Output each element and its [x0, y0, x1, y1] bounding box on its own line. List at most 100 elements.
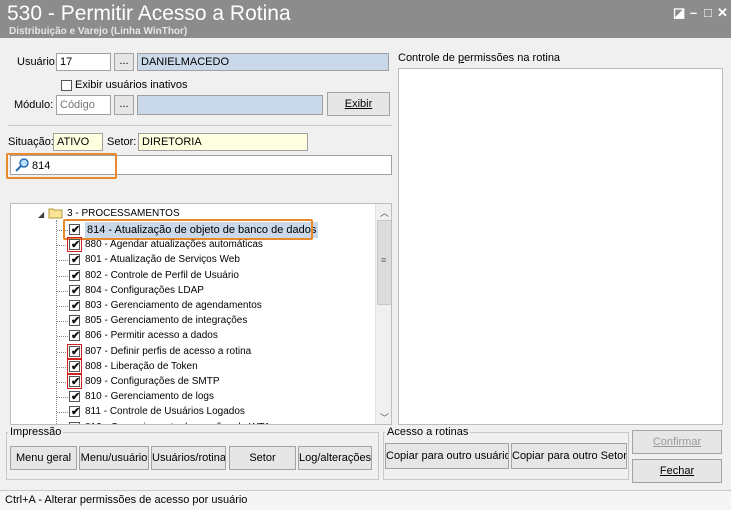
minimize-button[interactable]: – — [690, 5, 697, 20]
tree-guide-branch — [57, 306, 68, 307]
setor-label: Setor: — [107, 136, 137, 148]
check-icon: ✔ — [71, 391, 81, 404]
confirmar-label: Confirmar — [652, 436, 702, 448]
menu-geral-label: Menu geral — [15, 452, 72, 464]
tree-guide-branch — [57, 275, 68, 277]
changed-marker — [67, 237, 82, 253]
tree-item[interactable]: ✔ 804 - Configurações LDAP — [69, 283, 369, 299]
tree-guide-branch — [57, 336, 68, 338]
tree-item[interactable]: ✔ 805 - Gerenciamento de integrações — [69, 313, 369, 329]
title-bar: 530 - Permitir Acesso a Rotina Distribui… — [0, 0, 731, 38]
check-icon: ✔ — [71, 330, 81, 343]
check-icon: ✔ — [71, 315, 81, 328]
window-subtitle: Distribuição e Varejo (Linha WinThor) — [9, 26, 188, 37]
modulo-code-input[interactable] — [56, 95, 111, 115]
changed-marker — [67, 358, 82, 374]
permissions-panel[interactable] — [398, 68, 723, 425]
tree-item-label: 803 - Gerenciamento de agendamentos — [85, 300, 262, 311]
tree-item-label: 807 - Definir perfis de acesso a rotina — [85, 345, 252, 357]
check-icon: ✔ — [71, 406, 81, 419]
modulo-name-field — [137, 95, 323, 115]
search-highlight — [6, 153, 117, 179]
tree-guide-branch — [57, 397, 68, 399]
check-icon: ✔ — [71, 284, 81, 297]
folder-icon — [48, 207, 63, 219]
usuario-lookup-button[interactable]: ... — [114, 53, 134, 71]
status-bar: Ctrl+A - Alterar permissões de acesso po… — [0, 490, 731, 510]
tree-guide-branch — [57, 321, 68, 323]
tree-item-checkbox[interactable] — [69, 421, 80, 424]
menu-usuario-button[interactable]: Menu/usuário — [79, 446, 149, 470]
check-icon: ✔ — [71, 269, 81, 282]
tree-item-checkbox[interactable]: ✔ — [69, 315, 81, 328]
separator — [8, 125, 392, 126]
exibir-inativos-label: Exibir usuários inativos — [75, 79, 188, 91]
tree-item[interactable]: ✔ 801 - Atualização de Serviços Web — [69, 252, 369, 268]
tree-item-checkbox[interactable]: ✔ — [69, 269, 81, 282]
tree-items: ✔ 814 - Atualização de objeto de banco de… — [57, 204, 379, 424]
fechar-button[interactable]: Fechar — [632, 459, 722, 483]
rotinas-tree[interactable]: ◢ 3 - PROCESSAMENTOS ✔ 814 - Atualização … — [10, 203, 392, 425]
tree-item[interactable]: 812 - Gerenciamento de sessões do WTA — [69, 420, 369, 424]
tree-item-label: 812 - Gerenciamento de sessões do WTA — [85, 420, 270, 424]
tree-item-label: 811 - Controle de Usuários Logados — [85, 406, 245, 418]
tree-item[interactable]: ✔ 803 - Gerenciamento de agendamentos — [69, 298, 369, 314]
tree-item-checkbox[interactable]: ✔ — [69, 300, 81, 312]
situacao-field: ATIVO — [53, 133, 103, 151]
grip-icon: ≡ — [381, 255, 387, 265]
usuario-label: Usuário: — [17, 56, 58, 68]
tree-guide-branch — [57, 412, 68, 414]
tree-item-checkbox[interactable]: ✔ — [69, 254, 80, 266]
tree-item-label: 801 - Atualização de Serviços Web — [85, 254, 240, 266]
window-client: Usuário: 17 ... DANIELMACEDO Exibir usuá… — [0, 38, 731, 510]
tree-guide — [56, 220, 57, 424]
copy-user-button[interactable]: Copiar para outro usuário — [385, 443, 509, 469]
menu-geral-button[interactable]: Menu geral — [10, 446, 77, 470]
collapse-arrow-icon[interactable]: ◢ — [38, 210, 44, 219]
tree-item-checkbox[interactable]: ✔ — [69, 406, 81, 419]
tree-item[interactable]: ✔ 880 - Agendar atualizações automáticas — [67, 237, 369, 253]
tree-item[interactable]: ✔ 811 - Controle de Usuários Logados — [69, 404, 369, 420]
tree-item-label: 808 - Liberação de Token — [85, 360, 198, 372]
tree-item[interactable]: ✔ 809 - Configurações de SMTP — [67, 374, 369, 390]
usuario-code-field[interactable]: 17 — [56, 53, 111, 71]
tree-item[interactable]: ✔ 806 - Permitir acesso a dados — [69, 328, 369, 344]
exibir-button[interactable]: Exibir — [327, 92, 390, 116]
tree-item-checkbox[interactable]: ✔ — [69, 284, 81, 297]
scroll-down-icon[interactable]: ﹀ — [380, 411, 389, 424]
tree-item-label: 809 - Configurações de SMTP — [85, 376, 220, 387]
acesso-title: Acesso a rotinas — [385, 426, 471, 438]
tree-item-label: 806 - Permitir acesso a dados — [85, 330, 218, 342]
tree-item-label: 810 - Gerenciamento de logs — [85, 391, 214, 403]
exibir-inativos-checkbox[interactable] — [61, 80, 72, 91]
tree-item-label: 802 - Controle de Perfil de Usuário — [85, 269, 239, 281]
tree-item[interactable]: ✔ 802 - Controle de Perfil de Usuário — [69, 268, 369, 284]
confirmar-button[interactable]: Confirmar — [632, 430, 722, 454]
restore-icon[interactable]: ◪ — [673, 5, 685, 21]
usuarios-rotina-button[interactable]: Usuários/rotina — [151, 446, 226, 470]
setor-button[interactable]: Setor — [229, 446, 296, 470]
exibir-button-label: Exibir — [344, 98, 373, 110]
modulo-lookup-button[interactable]: ... — [114, 95, 134, 115]
scroll-up-icon[interactable]: ︿ — [380, 206, 389, 219]
close-button[interactable]: ✕ — [717, 5, 728, 21]
tree-item[interactable]: ✔ 810 - Gerenciamento de logs — [69, 389, 369, 405]
window-title: 530 - Permitir Acesso a Rotina — [7, 2, 291, 25]
scroll-thumb[interactable]: ≡ — [377, 220, 391, 305]
setor-field: DIRETORIA — [138, 133, 308, 151]
check-icon: ✔ — [71, 300, 81, 312]
tree-item[interactable]: ✔ 807 - Definir perfis de acesso a rotina — [67, 343, 369, 360]
tree-item[interactable]: ✔ 808 - Liberação de Token — [67, 358, 369, 375]
tree-item-label: 804 - Configurações LDAP — [85, 284, 204, 296]
fechar-label: Fechar — [659, 465, 695, 477]
changed-marker — [67, 374, 82, 389]
tree-item-checkbox[interactable]: ✔ — [69, 330, 81, 343]
tree-guide-branch — [57, 260, 68, 262]
copy-setor-button[interactable]: Copiar para outro Setor — [511, 443, 627, 469]
tree-guide-branch — [57, 290, 68, 292]
maximize-button[interactable]: □ — [704, 5, 712, 20]
changed-marker — [67, 343, 82, 359]
tree-item-checkbox[interactable]: ✔ — [69, 391, 81, 404]
tree-scrollbar[interactable]: ︿ ≡ ﹀ — [375, 204, 391, 424]
log-alteracoes-button[interactable]: Log/alterações — [298, 446, 372, 470]
